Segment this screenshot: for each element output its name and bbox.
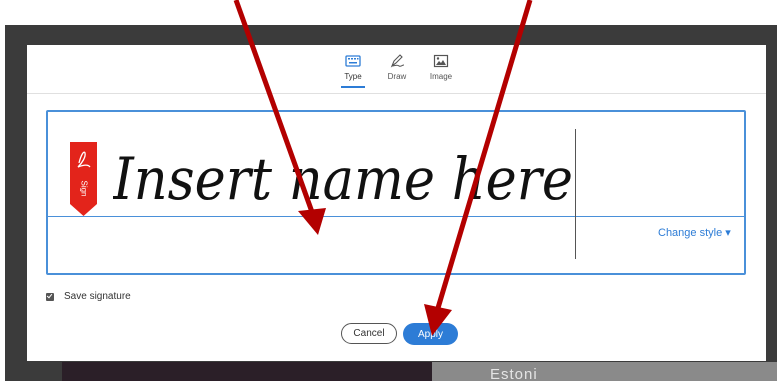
signature-mode-tabs: Type Draw Image <box>339 54 455 88</box>
signature-text: Insert name here <box>113 145 573 213</box>
signature-input-area[interactable]: Sign Insert name here Change style ▾ <box>46 110 746 275</box>
tab-type-label: Type <box>344 72 362 81</box>
signature-preview: Insert name here <box>113 145 573 213</box>
save-signature-row[interactable]: Save signature <box>46 291 131 302</box>
keyboard-icon <box>345 55 361 67</box>
tab-image[interactable]: Image <box>427 54 455 88</box>
image-icon <box>433 54 449 68</box>
save-signature-label: Save signature <box>64 291 131 302</box>
background-panel <box>432 362 777 381</box>
pen-icon <box>390 54 405 68</box>
signature-dialog: Type Draw Image Sign Insert name here Ch… <box>27 45 766 361</box>
text-caret <box>575 129 576 259</box>
tab-draw-label: Draw <box>387 72 407 81</box>
cancel-button[interactable]: Cancel <box>341 323 397 344</box>
background-photo <box>62 362 432 381</box>
background-text: Estoni <box>490 366 538 381</box>
tab-type[interactable]: Type <box>339 54 367 88</box>
tab-image-label: Image <box>429 72 453 81</box>
signature-baseline <box>48 216 744 217</box>
save-signature-checkbox[interactable] <box>46 292 54 301</box>
tab-draw[interactable]: Draw <box>383 54 411 88</box>
tabs-divider <box>27 93 766 94</box>
change-style-dropdown[interactable]: Change style ▾ <box>658 226 731 239</box>
sign-badge-label: Sign <box>79 180 89 197</box>
top-margin <box>0 0 782 25</box>
apply-button[interactable]: Apply <box>403 323 458 345</box>
